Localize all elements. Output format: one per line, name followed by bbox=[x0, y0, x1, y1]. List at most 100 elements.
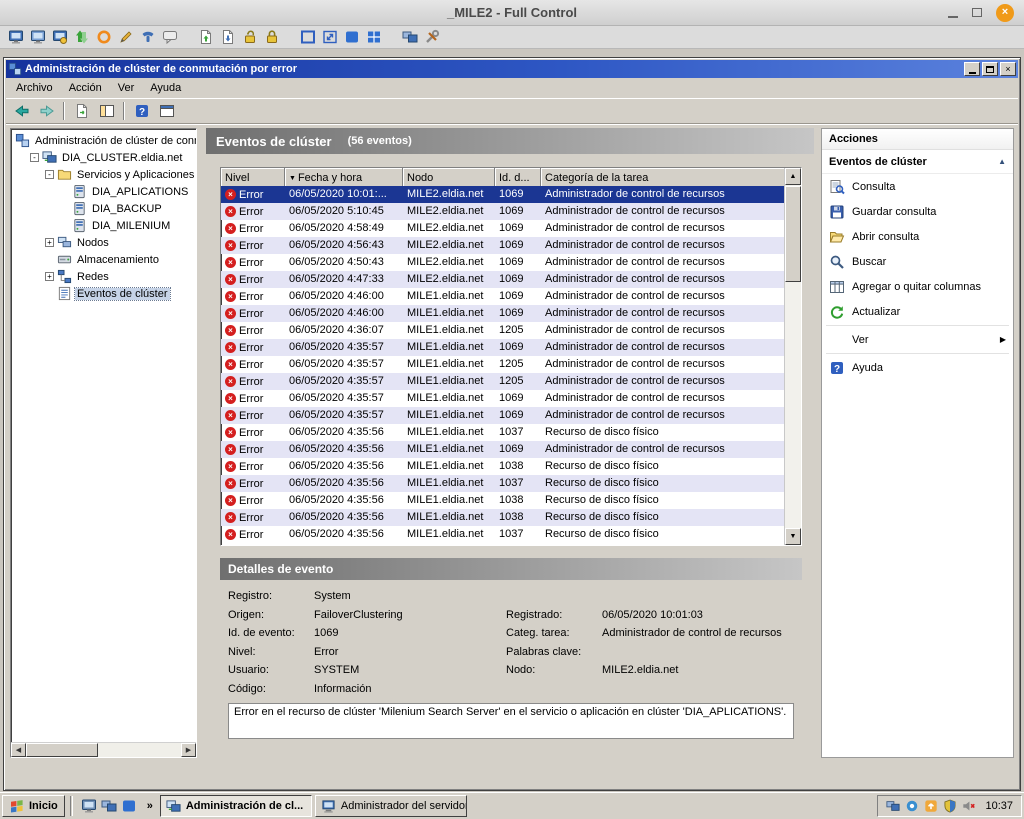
column-header-nivel[interactable]: Nivel bbox=[221, 168, 285, 186]
menu-ver[interactable]: Ver bbox=[110, 79, 143, 97]
action-guardar-consulta[interactable]: Guardar consulta bbox=[822, 199, 1013, 224]
export-icon[interactable] bbox=[70, 100, 93, 122]
scrollbar-thumb[interactable] bbox=[26, 743, 98, 757]
event-row[interactable]: ×Error06/05/2020 4:35:56MILE1.eldia.net1… bbox=[221, 475, 784, 492]
vnc-maximize-button[interactable] bbox=[972, 8, 982, 17]
event-row[interactable]: ×Error06/05/2020 4:36:07MILE1.eldia.net1… bbox=[221, 322, 784, 339]
event-row[interactable]: ×Error06/05/2020 5:10:45MILE2.eldia.net1… bbox=[221, 203, 784, 220]
tree-item-servicios-y-aplicaciones[interactable]: -Servicios y Aplicaciones bbox=[11, 166, 196, 183]
action-agregar-o-quitar-columnas[interactable]: Agregar o quitar columnas bbox=[822, 274, 1013, 299]
action-abrir-consulta[interactable]: Abrir consulta bbox=[822, 224, 1013, 249]
shield-icon[interactable] bbox=[943, 799, 957, 813]
transfer-icon[interactable] bbox=[72, 28, 91, 47]
screenshot-icon[interactable] bbox=[50, 28, 69, 47]
menu-acción[interactable]: Acción bbox=[61, 79, 110, 97]
event-row[interactable]: ×Error06/05/2020 4:35:56MILE1.eldia.net1… bbox=[221, 458, 784, 475]
dual-monitor-icon[interactable] bbox=[886, 799, 900, 813]
tree-item-dia-backup[interactable]: DIA_BACKUP bbox=[11, 200, 196, 217]
screen-icon[interactable] bbox=[342, 28, 361, 47]
monitor-alt-icon[interactable] bbox=[28, 28, 47, 47]
event-row[interactable]: ×Error06/05/2020 4:35:57MILE1.eldia.net1… bbox=[221, 356, 784, 373]
splitter-left[interactable] bbox=[197, 128, 206, 758]
menu-ayuda[interactable]: Ayuda bbox=[142, 79, 189, 97]
chat-icon[interactable] bbox=[160, 28, 179, 47]
scroll-down-button[interactable]: ▼ bbox=[785, 528, 801, 545]
scrollbar-track[interactable] bbox=[26, 743, 181, 757]
event-row[interactable]: ×Error06/05/2020 4:35:56MILE1.eldia.net1… bbox=[221, 492, 784, 509]
expand-toggle-icon[interactable]: + bbox=[45, 238, 54, 247]
event-row[interactable]: ×Error06/05/2020 4:46:00MILE1.eldia.net1… bbox=[221, 288, 784, 305]
screen-icon[interactable] bbox=[121, 798, 137, 814]
taskbar-button-administración-de-cl[interactable]: Administración de cl... bbox=[160, 795, 312, 817]
tree-item-redes[interactable]: +Redes bbox=[11, 268, 196, 285]
event-row[interactable]: ×Error06/05/2020 4:58:49MILE2.eldia.net1… bbox=[221, 220, 784, 237]
power-icon[interactable] bbox=[94, 28, 113, 47]
event-row[interactable]: ×Error06/05/2020 4:35:57MILE1.eldia.net1… bbox=[221, 407, 784, 424]
vnc-close-button[interactable]: × bbox=[996, 4, 1014, 22]
unlock-icon[interactable] bbox=[240, 28, 259, 47]
tree-item-almacenamiento[interactable]: Almacenamiento bbox=[11, 251, 196, 268]
event-row[interactable]: ×Error06/05/2020 4:35:57MILE1.eldia.net1… bbox=[221, 390, 784, 407]
window-close-button[interactable]: × bbox=[1000, 62, 1016, 76]
lock-icon[interactable] bbox=[262, 28, 281, 47]
scroll-left-button[interactable]: ◀ bbox=[11, 743, 26, 757]
tools-icon[interactable] bbox=[422, 28, 441, 47]
session-icon[interactable] bbox=[905, 799, 919, 813]
update-icon[interactable] bbox=[924, 799, 938, 813]
event-row[interactable]: ×Error06/05/2020 10:01:...MILE2.eldia.ne… bbox=[221, 186, 784, 203]
vnc-titlebar[interactable]: _MILE2 - Full Control × bbox=[0, 0, 1024, 26]
window-restore-button[interactable] bbox=[982, 62, 998, 76]
event-row[interactable]: ×Error06/05/2020 4:35:56MILE1.eldia.net1… bbox=[221, 509, 784, 526]
back-icon[interactable] bbox=[10, 100, 33, 122]
grid-icon[interactable] bbox=[364, 28, 383, 47]
tree-item-eventos-de-clúster[interactable]: Eventos de clúster bbox=[11, 285, 196, 302]
tree-item-dia-aplications[interactable]: DIA_APLICATIONS bbox=[11, 183, 196, 200]
tree-item-nodos[interactable]: +Nodos bbox=[11, 234, 196, 251]
event-row[interactable]: ×Error06/05/2020 4:50:43MILE2.eldia.net1… bbox=[221, 254, 784, 271]
event-row[interactable]: ×Error06/05/2020 4:35:56MILE1.eldia.net1… bbox=[221, 441, 784, 458]
event-row[interactable]: ×Error06/05/2020 4:35:57MILE1.eldia.net1… bbox=[221, 339, 784, 356]
action-consulta[interactable]: Consulta bbox=[822, 174, 1013, 199]
event-row[interactable]: ×Error06/05/2020 4:46:00MILE1.eldia.net1… bbox=[221, 305, 784, 322]
collapse-icon[interactable]: ▲ bbox=[998, 157, 1006, 166]
event-row[interactable]: ×Error06/05/2020 4:35:56MILE1.eldia.net1… bbox=[221, 424, 784, 441]
tree-item-dia-cluster-eldia-net[interactable]: -DIA_CLUSTER.eldia.net bbox=[11, 149, 196, 166]
collapse-toggle-icon[interactable]: - bbox=[45, 170, 54, 179]
tree-horizontal-scrollbar[interactable]: ◀ ▶ bbox=[11, 742, 196, 757]
action-actualizar[interactable]: Actualizar bbox=[822, 299, 1013, 324]
app-titlebar[interactable]: Administración de clúster de conmutación… bbox=[6, 60, 1018, 78]
scrollbar-thumb[interactable] bbox=[785, 186, 801, 282]
scroll-right-button[interactable]: ▶ bbox=[181, 743, 196, 757]
scale-icon[interactable] bbox=[320, 28, 339, 47]
collapse-toggle-icon[interactable]: - bbox=[30, 153, 39, 162]
edit-icon[interactable] bbox=[116, 28, 135, 47]
fullscreen-icon[interactable] bbox=[298, 28, 317, 47]
scroll-up-button[interactable]: ▲ bbox=[785, 168, 801, 185]
help-icon[interactable]: ? bbox=[130, 100, 153, 122]
column-header-fecha-y-hora[interactable]: ▼Fecha y hora bbox=[285, 168, 403, 186]
actions-group-header[interactable]: Eventos de clúster ▲ bbox=[822, 150, 1013, 174]
forward-icon[interactable] bbox=[35, 100, 58, 122]
action-ayuda[interactable]: ?Ayuda bbox=[822, 355, 1013, 380]
column-header-id-d[interactable]: Id. d... bbox=[495, 168, 541, 186]
dual-monitor-icon[interactable] bbox=[400, 28, 419, 47]
column-header-nodo[interactable]: Nodo bbox=[403, 168, 495, 186]
action-buscar[interactable]: Buscar bbox=[822, 249, 1013, 274]
menu-archivo[interactable]: Archivo bbox=[8, 79, 61, 97]
new-window-icon[interactable] bbox=[155, 100, 178, 122]
monitor-icon[interactable] bbox=[6, 28, 25, 47]
window-minimize-button[interactable] bbox=[964, 62, 980, 76]
dual-monitor-icon[interactable] bbox=[101, 798, 117, 814]
taskbar-button-administrador-del-servidor[interactable]: Administrador del servidor bbox=[315, 795, 467, 817]
console-tree-icon[interactable] bbox=[95, 100, 118, 122]
event-row[interactable]: ×Error06/05/2020 4:47:33MILE2.eldia.net1… bbox=[221, 271, 784, 288]
splitter-right[interactable] bbox=[814, 128, 821, 758]
volume-muted-icon[interactable] bbox=[962, 799, 976, 813]
column-header-categoría-de-la-tarea[interactable]: Categoría de la tarea bbox=[541, 168, 801, 186]
quick-launch-overflow[interactable]: » bbox=[143, 800, 157, 812]
file-download-icon[interactable] bbox=[218, 28, 237, 47]
remote-icon[interactable] bbox=[81, 798, 97, 814]
action-ver[interactable]: Ver▶ bbox=[822, 327, 1013, 352]
start-button[interactable]: Inicio bbox=[2, 795, 65, 817]
vnc-minimize-button[interactable] bbox=[948, 8, 958, 18]
